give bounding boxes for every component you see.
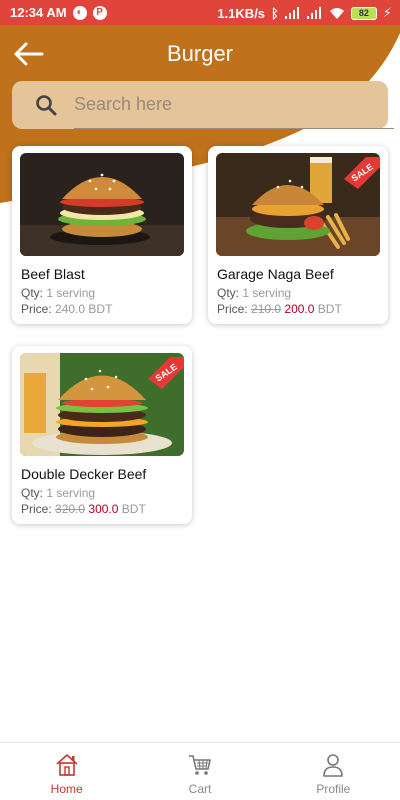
signal-icon-2 [306, 7, 321, 19]
data-saver-icon: ◐ [72, 5, 87, 20]
nav-profile[interactable]: Profile [267, 743, 400, 800]
product-qty: Qty: 1 serving [21, 486, 95, 500]
bottom-navigation: Home Cart Profile [0, 742, 400, 800]
qty-label: Qty: [217, 286, 240, 300]
price-label: Price: [217, 302, 248, 316]
price-value: 240.0 [55, 302, 86, 316]
product-price: Price: 240.0 BDT [21, 302, 112, 316]
qty-label: Qty: [21, 286, 44, 300]
price-currency: BDT [121, 502, 146, 516]
battery-icon: 82 [350, 6, 377, 20]
sale-price: 300.0 [88, 502, 119, 516]
search-input[interactable] [74, 89, 374, 119]
status-time: 12:34 AM [10, 5, 67, 20]
price-label: Price: [21, 502, 52, 516]
search-underline [74, 128, 394, 129]
page-title: Burger [166, 41, 234, 66]
signal-icon [284, 7, 299, 19]
qty-label: Qty: [21, 486, 44, 500]
old-price: 320.0 [55, 502, 86, 516]
search-icon [36, 95, 57, 116]
nav-cart-label: Cart [188, 782, 212, 796]
old-price: 210.0 [251, 302, 282, 316]
product-price: Price: 210.0 200.0 BDT [217, 302, 342, 316]
qty-value: 1 serving [46, 286, 96, 300]
status-bar: 12:34 AM ◐ P 1.1KB/s ᛒ 82 ⚡ [0, 0, 400, 25]
search-bar[interactable] [12, 81, 394, 129]
nav-home[interactable]: Home [0, 743, 133, 800]
product-image: SALE [216, 153, 380, 256]
profile-icon [323, 754, 344, 777]
nav-home-label: Home [50, 782, 83, 796]
product-name: Garage Naga Beef [217, 266, 334, 282]
home-icon [56, 754, 78, 776]
product-price: Price: 320.0 300.0 BDT [21, 502, 146, 516]
product-name: Beef Blast [21, 266, 85, 282]
product-card-beef-blast[interactable]: Beef Blast Qty: 1 serving Price: 240.0 B… [12, 146, 192, 324]
product-qty: Qty: 1 serving [217, 286, 291, 300]
qty-value: 1 serving [46, 486, 96, 500]
product-image: SALE [20, 353, 184, 456]
cart-icon [188, 755, 211, 775]
product-image [20, 153, 184, 256]
price-currency: BDT [88, 302, 113, 316]
parking-app-icon: P [92, 5, 107, 20]
product-qty: Qty: 1 serving [21, 286, 95, 300]
charging-icon: ⚡ [382, 5, 392, 20]
qty-value: 1 serving [242, 286, 292, 300]
product-name: Double Decker Beef [21, 466, 147, 482]
product-card-double-decker-beef[interactable]: SALE Double Decker Beef Qty: 1 serving P… [12, 346, 192, 524]
nav-cart[interactable]: Cart [133, 743, 266, 800]
price-currency: BDT [317, 302, 342, 316]
price-label: Price: [21, 302, 52, 316]
nav-profile-label: Profile [316, 782, 351, 796]
wifi-icon [329, 7, 344, 19]
network-speed: 1.1KB/s [217, 5, 266, 21]
product-card-garage-naga-beef[interactable]: SALE Garage Naga Beef Qty: 1 serving Pri… [208, 146, 388, 324]
sale-price: 200.0 [284, 302, 315, 316]
bluetooth-icon: ᛒ [271, 5, 279, 21]
